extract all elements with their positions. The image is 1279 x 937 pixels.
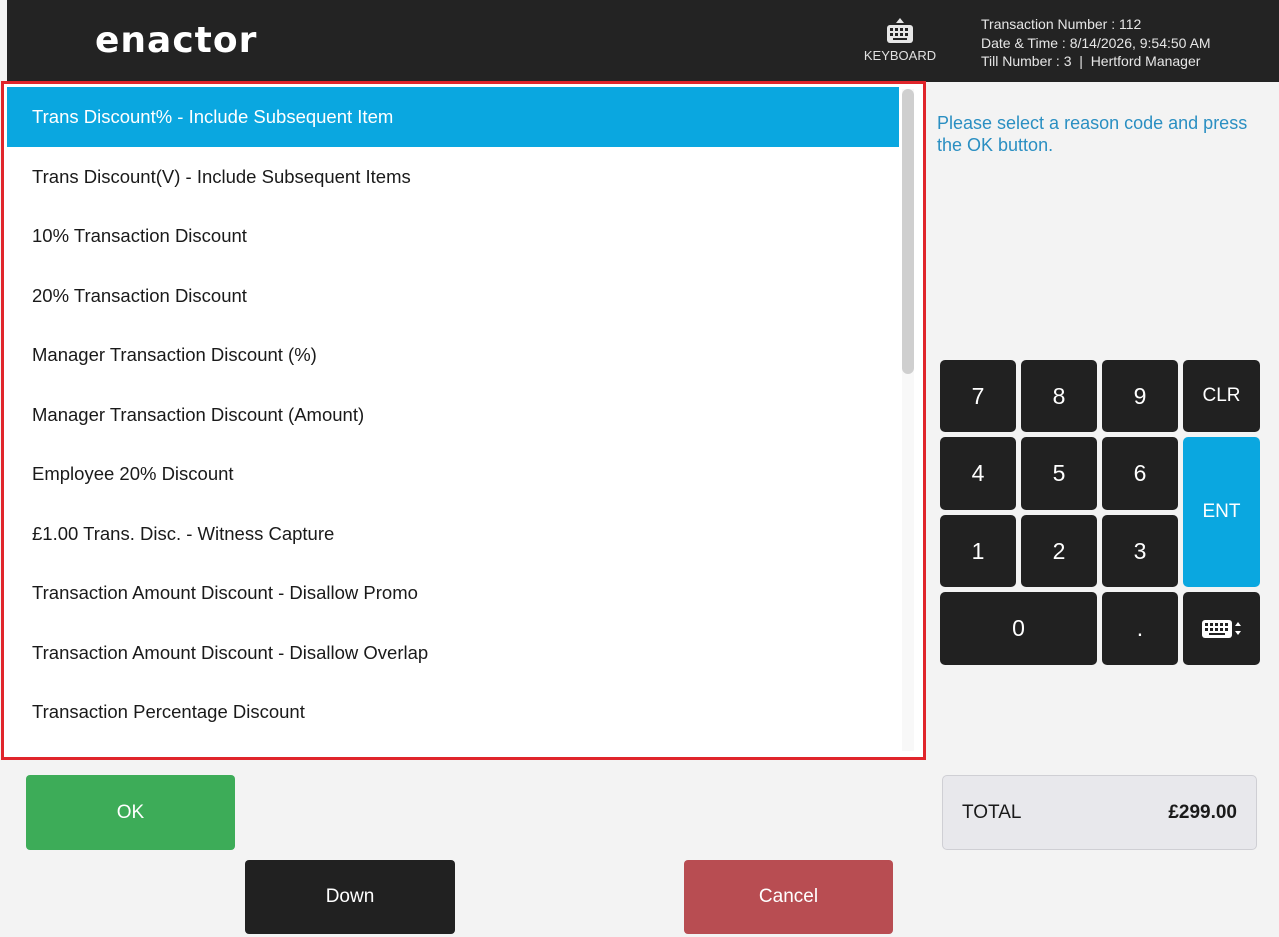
key-2[interactable]: 2 <box>1021 515 1097 587</box>
reason-list-item[interactable]: Transaction Amount Discount - Disallow P… <box>7 563 899 623</box>
enactor-logo: enactor <box>95 20 257 61</box>
key-7[interactable]: 7 <box>940 360 1016 432</box>
keyboard-toggle-button[interactable] <box>1183 592 1260 665</box>
transaction-number: Transaction Number : 112 <box>981 16 1142 32</box>
key-6[interactable]: 6 <box>1102 437 1178 510</box>
key-3[interactable]: 3 <box>1102 515 1178 587</box>
app-header: enactor KEYBOARD Transaction Number : 11… <box>7 0 1279 82</box>
till-info: Till Number : 3 | Hertford Manager <box>981 53 1201 69</box>
instruction-prompt: Please select a reason code and press th… <box>937 113 1248 155</box>
date-time: Date & Time : 8/14/2026, 9:54:50 AM <box>981 34 1211 51</box>
total-panel: TOTAL £299.00 <box>942 775 1257 850</box>
reason-code-list[interactable]: Trans Discount% - Include Subsequent Ite… <box>7 87 899 753</box>
keyboard-toggle-icon <box>1201 619 1241 638</box>
reason-list-item[interactable]: Manager Transaction Discount (Amount) <box>7 385 899 445</box>
key-0[interactable]: 0 <box>940 592 1097 665</box>
logo-text: enactor <box>95 20 258 61</box>
key-5[interactable]: 5 <box>1021 437 1097 510</box>
key-clear[interactable]: CLR <box>1183 360 1260 432</box>
key-1[interactable]: 1 <box>940 515 1016 587</box>
transaction-info: Transaction Number : 112 Date & Time : 8… <box>981 15 1211 71</box>
reason-list-item[interactable]: Trans Discount% - Include Subsequent Ite… <box>7 87 899 147</box>
reason-code-list-frame: Trans Discount% - Include Subsequent Ite… <box>1 81 926 760</box>
key-8[interactable]: 8 <box>1021 360 1097 432</box>
key-decimal[interactable]: . <box>1102 592 1178 665</box>
total-value: £299.00 <box>1168 802 1237 823</box>
reason-list-item[interactable]: Employee 20% Discount <box>7 444 899 504</box>
reason-list-item[interactable]: 20% Transaction Discount <box>7 266 899 326</box>
ok-button[interactable]: OK <box>26 775 235 850</box>
key-4[interactable]: 4 <box>940 437 1016 510</box>
total-label: TOTAL <box>962 802 1022 823</box>
reason-list-item[interactable]: Transaction Percentage Discount <box>7 682 899 742</box>
list-scrollbar-thumb[interactable] <box>902 89 914 374</box>
key-9[interactable]: 9 <box>1102 360 1178 432</box>
keyboard-icon <box>887 18 913 43</box>
reason-list-item[interactable]: Manager Transaction Discount (%) <box>7 325 899 385</box>
reason-list-item[interactable]: Transaction Amount Discount - Disallow O… <box>7 623 899 683</box>
reason-list-item[interactable]: Trans Discount(V) - Include Subsequent I… <box>7 147 899 207</box>
reason-list-item[interactable]: £1.00 Trans. Disc. - Witness Capture <box>7 504 899 564</box>
cancel-button[interactable]: Cancel <box>684 860 893 934</box>
keyboard-label: KEYBOARD <box>863 48 937 63</box>
keyboard-button[interactable]: KEYBOARD <box>853 18 947 78</box>
down-button[interactable]: Down <box>245 860 455 934</box>
reason-list-item[interactable]: 10% Transaction Discount <box>7 206 899 266</box>
key-enter[interactable]: ENT <box>1183 437 1260 587</box>
